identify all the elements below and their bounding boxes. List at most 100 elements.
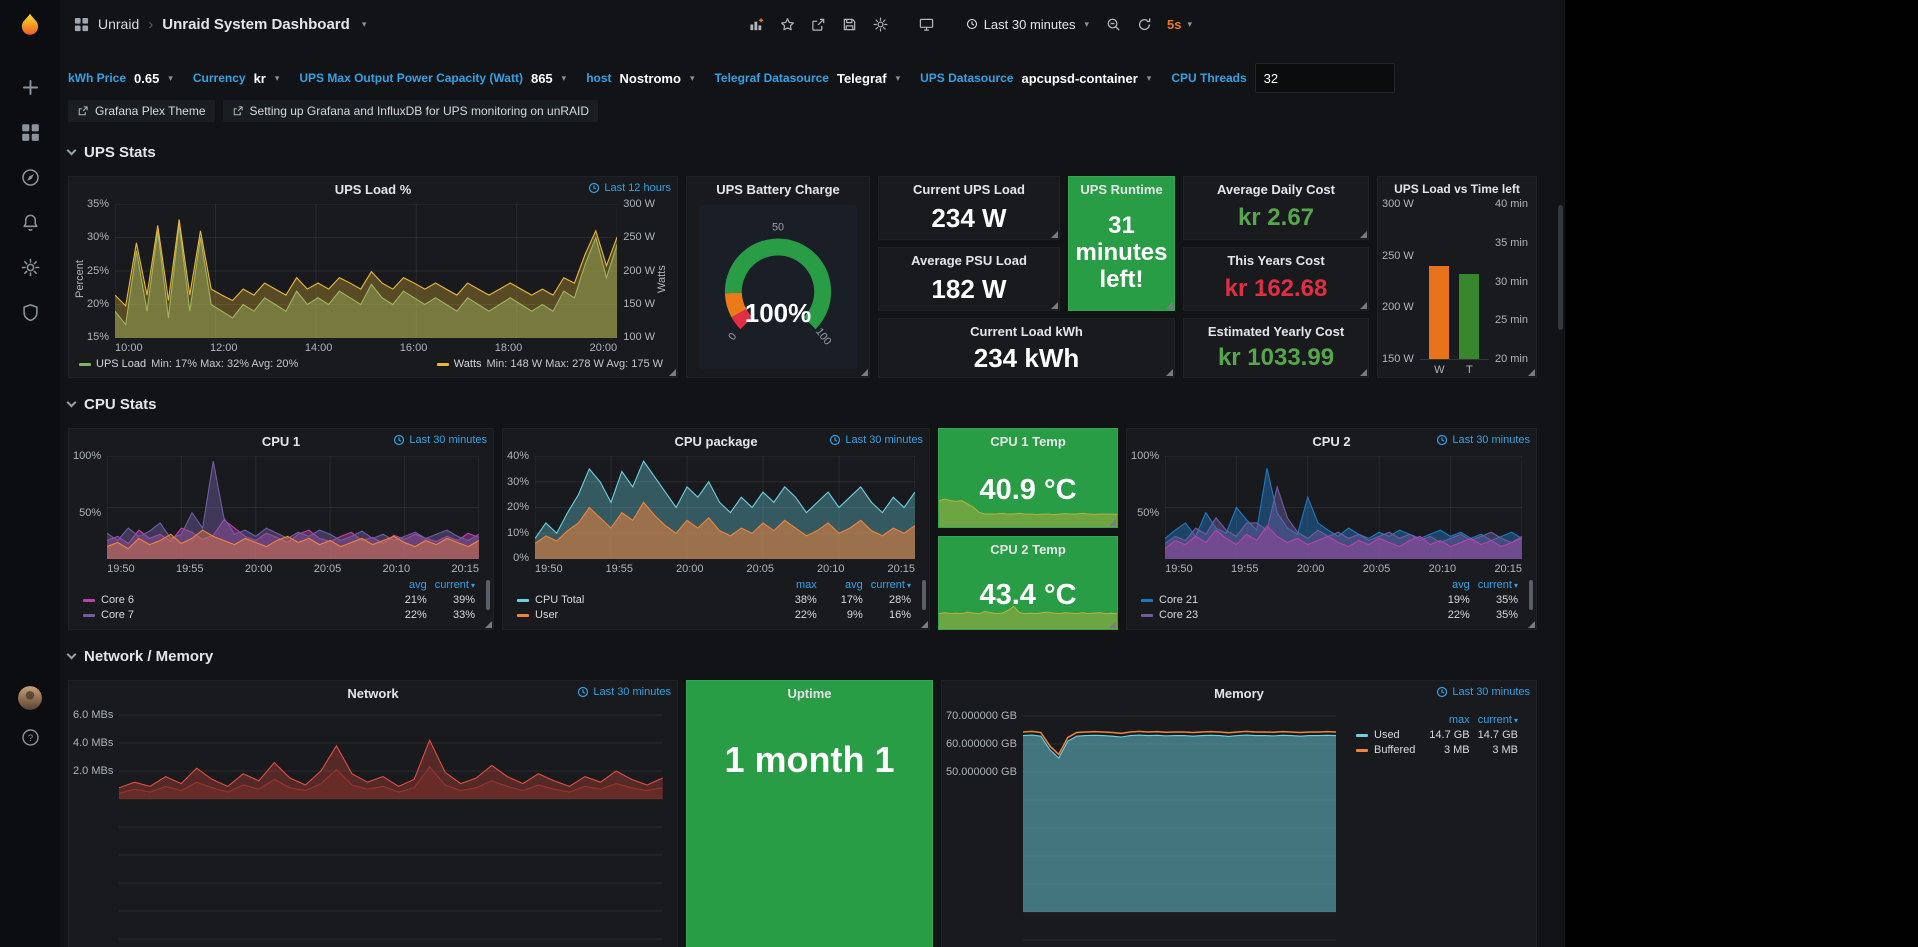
legend-series-name[interactable]: Core 21 [1159,594,1198,606]
panel-title[interactable]: Estimated Yearly Cost [1208,324,1344,339]
legend-series-name[interactable]: Core 7 [101,609,134,621]
refresh-interval-picker[interactable]: 5s ▾ [1161,10,1198,39]
panel-resize-handle[interactable] [1360,302,1367,309]
legend-col-header[interactable]: current▾ [1474,578,1522,593]
legend-series-name[interactable]: CPU Total [535,594,584,606]
panel-resize-handle[interactable] [1528,621,1535,628]
legend-item[interactable]: UPS LoadMin: 17% Max: 32% Avg: 20% [79,357,298,371]
user-avatar[interactable] [12,686,48,710]
bar-W [1429,266,1449,359]
sidebar-item-create[interactable] [12,75,48,99]
legend-item[interactable]: WattsMin: 148 W Max: 278 W Avg: 175 W [437,357,663,371]
star-dashboard-button[interactable] [773,10,802,39]
panel-title[interactable]: CPU 1 [262,434,300,449]
panel-resize-handle[interactable] [1051,302,1058,309]
panel-resize-handle[interactable] [669,369,676,376]
legend-scrollbar[interactable] [486,580,490,610]
panel-resize-handle[interactable] [1166,369,1173,376]
time-range-picker[interactable]: Last 30 minutes ▾ [958,10,1097,39]
sidebar-item-dashboards[interactable] [12,120,48,144]
sidebar-item-help[interactable]: ? [12,725,48,749]
variable-value-dropdown[interactable]: Telegraf▾ [837,71,900,86]
sidebar-item-server-admin[interactable] [12,300,48,324]
grafana-app: ? Unraid › Unraid System Dashboard ▾ Las… [0,0,1565,947]
legend-col-header[interactable]: current▾ [431,578,479,593]
legend-col-header[interactable]: current▾ [867,578,915,593]
panel-resize-handle[interactable] [1051,231,1058,238]
panel-title[interactable]: Average Daily Cost [1217,182,1335,197]
legend-col-header[interactable]: avg [385,578,431,593]
legend-series-name[interactable]: UPS Load [96,357,146,371]
stat-value: kr 2.67 [1184,201,1368,239]
panel-title[interactable]: Current Load kWh [970,324,1083,339]
sidebar-item-explore[interactable] [12,165,48,189]
save-dashboard-button[interactable] [835,10,864,39]
y-axis-left: 40%30%20%10%0% [507,451,529,564]
panel-title[interactable]: CPU 1 Temp [990,434,1066,449]
chevron-down-icon[interactable]: ▾ [362,19,367,30]
sort-caret-icon: ▾ [1514,716,1518,725]
panel-resize-handle[interactable] [1528,369,1535,376]
dashboard-settings-button[interactable] [866,10,895,39]
legend-series-name[interactable]: Core 6 [101,594,134,606]
cpu-threads-input[interactable] [1255,63,1395,93]
sidebar-item-alerting[interactable] [12,210,48,234]
variable-value-dropdown[interactable]: kr▾ [254,71,280,86]
legend-scrollbar[interactable] [1529,580,1533,610]
panel-title[interactable]: Average PSU Load [911,253,1027,268]
panel-title[interactable]: Uptime [787,686,831,701]
axis-tick: 12:00 [210,342,238,354]
dashboard-link-plex-theme[interactable]: Grafana Plex Theme [68,100,215,122]
legend-series-name[interactable]: Watts [454,357,482,371]
page-scrollbar[interactable] [1558,205,1563,330]
panel-title[interactable]: CPU 2 [1312,434,1350,449]
panel-resize-handle[interactable] [921,621,928,628]
panel-title[interactable]: UPS Runtime [1080,182,1162,197]
panel-resize-handle[interactable] [1166,302,1173,309]
legend-col-header[interactable]: max [1425,713,1473,728]
chart-memory: 70.000000 GB60.000000 GB50.000000 GB [946,709,1342,947]
variable-value-dropdown[interactable]: 865▾ [531,71,566,86]
panel-title[interactable]: Network [347,686,398,701]
add-panel-button[interactable] [742,10,771,39]
section-network-memory[interactable]: Network / Memory [68,645,213,667]
legend-series-name[interactable]: Used [1374,729,1400,741]
panel-resize-handle[interactable] [485,621,492,628]
legend-series-name[interactable]: Buffered [1374,744,1415,756]
variable-value-dropdown[interactable]: apcupsd-container▾ [1021,71,1151,86]
panel-title[interactable]: CPU 2 Temp [990,542,1066,557]
dashboard-title[interactable]: Unraid System Dashboard [162,16,350,33]
sidebar-item-configuration[interactable] [12,255,48,279]
breadcrumb-folder[interactable]: Unraid [98,16,139,32]
cycle-view-button[interactable] [912,10,941,39]
panel-title[interactable]: CPU package [674,434,757,449]
panel-title[interactable]: UPS Load vs Time left [1394,182,1520,196]
legend-series-name[interactable]: User [535,609,558,621]
dashboard-link-ups-guide[interactable]: Setting up Grafana and InfluxDB for UPS … [223,100,599,122]
variable-value-dropdown[interactable]: Nostromo▾ [620,71,695,86]
legend-col-header[interactable]: avg [821,578,867,593]
dashboards-grid-icon[interactable] [74,17,89,32]
zoom-out-button[interactable] [1099,10,1128,39]
panel-resize-handle[interactable] [1360,231,1367,238]
share-dashboard-button[interactable] [804,10,833,39]
axis-tick: 14:00 [305,342,333,354]
legend-scrollbar[interactable] [922,580,926,610]
legend-col-header[interactable]: current▾ [1474,713,1522,728]
grafana-logo[interactable] [16,11,44,39]
panel-resize-handle[interactable] [1360,369,1367,376]
legend-col-header[interactable]: avg [1428,578,1474,593]
legend-row: CPU Total38%17%28% [513,593,915,608]
panel-title[interactable]: UPS Load % [335,182,412,197]
section-cpu-stats[interactable]: CPU Stats [68,393,157,415]
variable-value-dropdown[interactable]: 0.65▾ [134,71,173,86]
panel-title[interactable]: This Years Cost [1227,253,1324,268]
legend-series-name[interactable]: Core 23 [1159,609,1198,621]
panel-resize-handle[interactable] [861,369,868,376]
refresh-button[interactable] [1130,10,1159,39]
section-ups-stats[interactable]: UPS Stats [68,141,156,163]
legend-col-header[interactable]: max [775,578,821,593]
panel-title[interactable]: Current UPS Load [913,182,1025,197]
panel-title[interactable]: Memory [1214,686,1264,701]
panel-title[interactable]: UPS Battery Charge [716,182,840,197]
